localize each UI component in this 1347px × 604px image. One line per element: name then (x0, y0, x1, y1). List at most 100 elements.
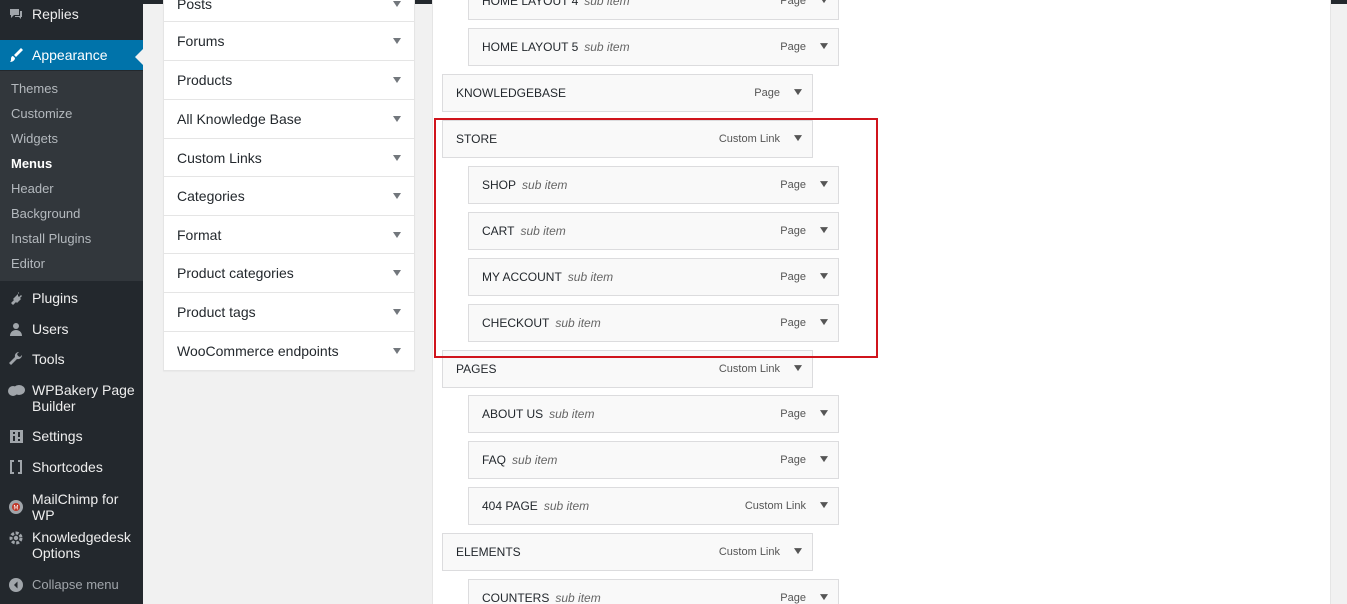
dropdown-arrow-icon[interactable] (794, 365, 802, 372)
accordion-section-title: Posts (177, 0, 213, 12)
menu-item-home-layout-4[interactable]: HOME LAYOUT 4 sub item Page (468, 0, 839, 20)
admin-sidebar: Replies Appearance Themes Customize Widg… (0, 0, 143, 604)
submenu-header[interactable]: Header (11, 181, 54, 196)
submenu-customize[interactable]: Customize (11, 106, 72, 121)
collapse-menu-label: Collapse menu (32, 577, 119, 592)
accordion-section-woocommerce-endpoints[interactable]: WooCommerce endpoints (164, 332, 414, 370)
menu-item-type: Custom Link (744, 500, 806, 512)
chevron-down-icon (393, 348, 401, 354)
sidebar-item-mailchimp[interactable]: M MailChimp for WP (0, 491, 143, 523)
chevron-down-icon (393, 270, 401, 276)
menu-item-counters[interactable]: COUNTERS sub item Page (468, 579, 839, 604)
dropdown-arrow-icon[interactable] (794, 548, 802, 555)
dropdown-arrow-icon[interactable] (820, 410, 828, 417)
appearance-submenu (0, 71, 143, 281)
menu-item-title: 404 PAGE (482, 499, 538, 513)
menu-item-type: Custom Link (718, 546, 780, 558)
accordion-section-custom-links[interactable]: Custom Links (164, 139, 414, 177)
menu-item-type: Page (754, 87, 780, 99)
sidebar-item-label: Users (32, 321, 69, 337)
dropdown-arrow-icon[interactable] (820, 502, 828, 509)
menu-item-home-layout-5[interactable]: HOME LAYOUT 5 sub item Page (468, 28, 839, 66)
menu-item-404-page[interactable]: 404 PAGE sub item Custom Link (468, 487, 839, 525)
accordion-section-forums[interactable]: Forums (164, 22, 414, 61)
chevron-down-icon (393, 0, 401, 7)
accordion-section-product-tags[interactable]: Product tags (164, 293, 414, 332)
chevron-down-icon (393, 77, 401, 83)
sidebar-item-appearance[interactable]: Appearance (0, 40, 143, 70)
menu-item-type: Page (780, 454, 806, 466)
accordion-section-product-categories[interactable]: Product categories (164, 254, 414, 293)
menu-item-sub-label: sub item (549, 407, 595, 421)
collapse-arrow-icon (0, 578, 32, 592)
menu-item-elements[interactable]: ELEMENTS Custom Link (442, 533, 813, 571)
menu-item-title: ELEMENTS (456, 545, 521, 559)
menu-item-title: FAQ (482, 453, 507, 467)
accordion-section-title: Custom Links (177, 149, 262, 166)
menu-item-knowledgebase[interactable]: KNOWLEDGEBASE Page (442, 74, 813, 112)
sidebar-item-tools[interactable]: Tools (0, 349, 143, 369)
menu-item-type: Page (780, 408, 806, 420)
accordion-section-title: Product categories (177, 265, 294, 281)
accordion-section-title: Product tags (177, 304, 256, 320)
submenu-background[interactable]: Background (11, 206, 80, 221)
menu-item-title: COUNTERS (482, 591, 550, 604)
brackets-icon (0, 459, 32, 475)
dropdown-arrow-icon[interactable] (820, 594, 828, 601)
store-section-highlight (434, 118, 878, 358)
wrench-icon (0, 351, 32, 367)
sidebar-item-knowledgedesk-options[interactable]: Knowledgedesk Options (0, 529, 143, 561)
collapse-menu-button[interactable]: Collapse menu (0, 576, 143, 594)
menu-item-title: PAGES (456, 362, 497, 376)
sidebar-item-label: Tools (32, 351, 65, 367)
replies-icon (0, 6, 32, 22)
menu-item-about-us[interactable]: ABOUT US sub item Page (468, 395, 839, 433)
submenu-editor[interactable]: Editor (11, 256, 45, 271)
sidebar-item-shortcodes[interactable]: Shortcodes (0, 457, 143, 477)
accordion-section-posts[interactable]: Posts (164, 0, 414, 22)
cloud-icon (0, 383, 32, 397)
sidebar-item-users[interactable]: Users (0, 319, 143, 339)
current-indicator (135, 49, 143, 65)
sidebar-item-label: Replies (32, 6, 79, 22)
sidebar-item-plugins[interactable]: Plugins (0, 288, 143, 308)
menu-item-sub-label: sub item (555, 591, 601, 604)
submenu-themes[interactable]: Themes (11, 81, 58, 96)
accordion-section-title: Products (177, 72, 233, 88)
chevron-down-icon (393, 309, 401, 315)
sidebar-item-label: Shortcodes (32, 459, 103, 475)
submenu-install-plugins[interactable]: Install Plugins (11, 231, 91, 246)
accordion-section-title: Format (177, 226, 222, 243)
paintbrush-icon (0, 47, 32, 63)
chevron-down-icon (393, 154, 401, 161)
settings-icon (0, 429, 32, 444)
accordion-section-knowledge-base[interactable]: All Knowledge Base (164, 100, 414, 139)
accordion-section-format[interactable]: Format (164, 216, 414, 254)
sidebar-item-label: Knowledgedesk Options (32, 529, 131, 561)
dropdown-arrow-icon[interactable] (820, 0, 828, 4)
menu-item-title: KNOWLEDGEBASE (456, 86, 567, 100)
chevron-down-icon (393, 193, 401, 199)
sidebar-item-wpbakery[interactable]: WPBakery Page Builder (0, 382, 143, 414)
dropdown-arrow-icon[interactable] (794, 89, 802, 96)
dropdown-arrow-icon[interactable] (820, 43, 828, 50)
accordion-section-categories[interactable]: Categories (164, 177, 414, 216)
submenu-menus[interactable]: Menus (11, 156, 52, 171)
add-menu-items-accordion: Posts Forums Products All Knowledge Base… (163, 0, 415, 371)
accordion-section-title: WooCommerce endpoints (177, 343, 339, 359)
sidebar-item-label: Settings (32, 428, 83, 444)
sidebar-item-replies[interactable]: Replies (0, 2, 143, 26)
gear-icon (0, 530, 32, 546)
users-icon (0, 321, 32, 337)
menu-item-type: Page (780, 592, 806, 604)
accordion-section-title: Forums (177, 33, 225, 49)
submenu-widgets[interactable]: Widgets (11, 131, 58, 146)
accordion-section-products[interactable]: Products (164, 61, 414, 100)
sidebar-item-label: Plugins (32, 290, 78, 306)
menu-item-title: ABOUT US (482, 407, 544, 421)
menu-item-faq[interactable]: FAQ sub item Page (468, 441, 839, 479)
sidebar-item-settings[interactable]: Settings (0, 426, 143, 446)
menu-item-title: HOME LAYOUT 4 (482, 0, 579, 8)
dropdown-arrow-icon[interactable] (820, 456, 828, 463)
accordion-section-title: All Knowledge Base (177, 111, 302, 127)
